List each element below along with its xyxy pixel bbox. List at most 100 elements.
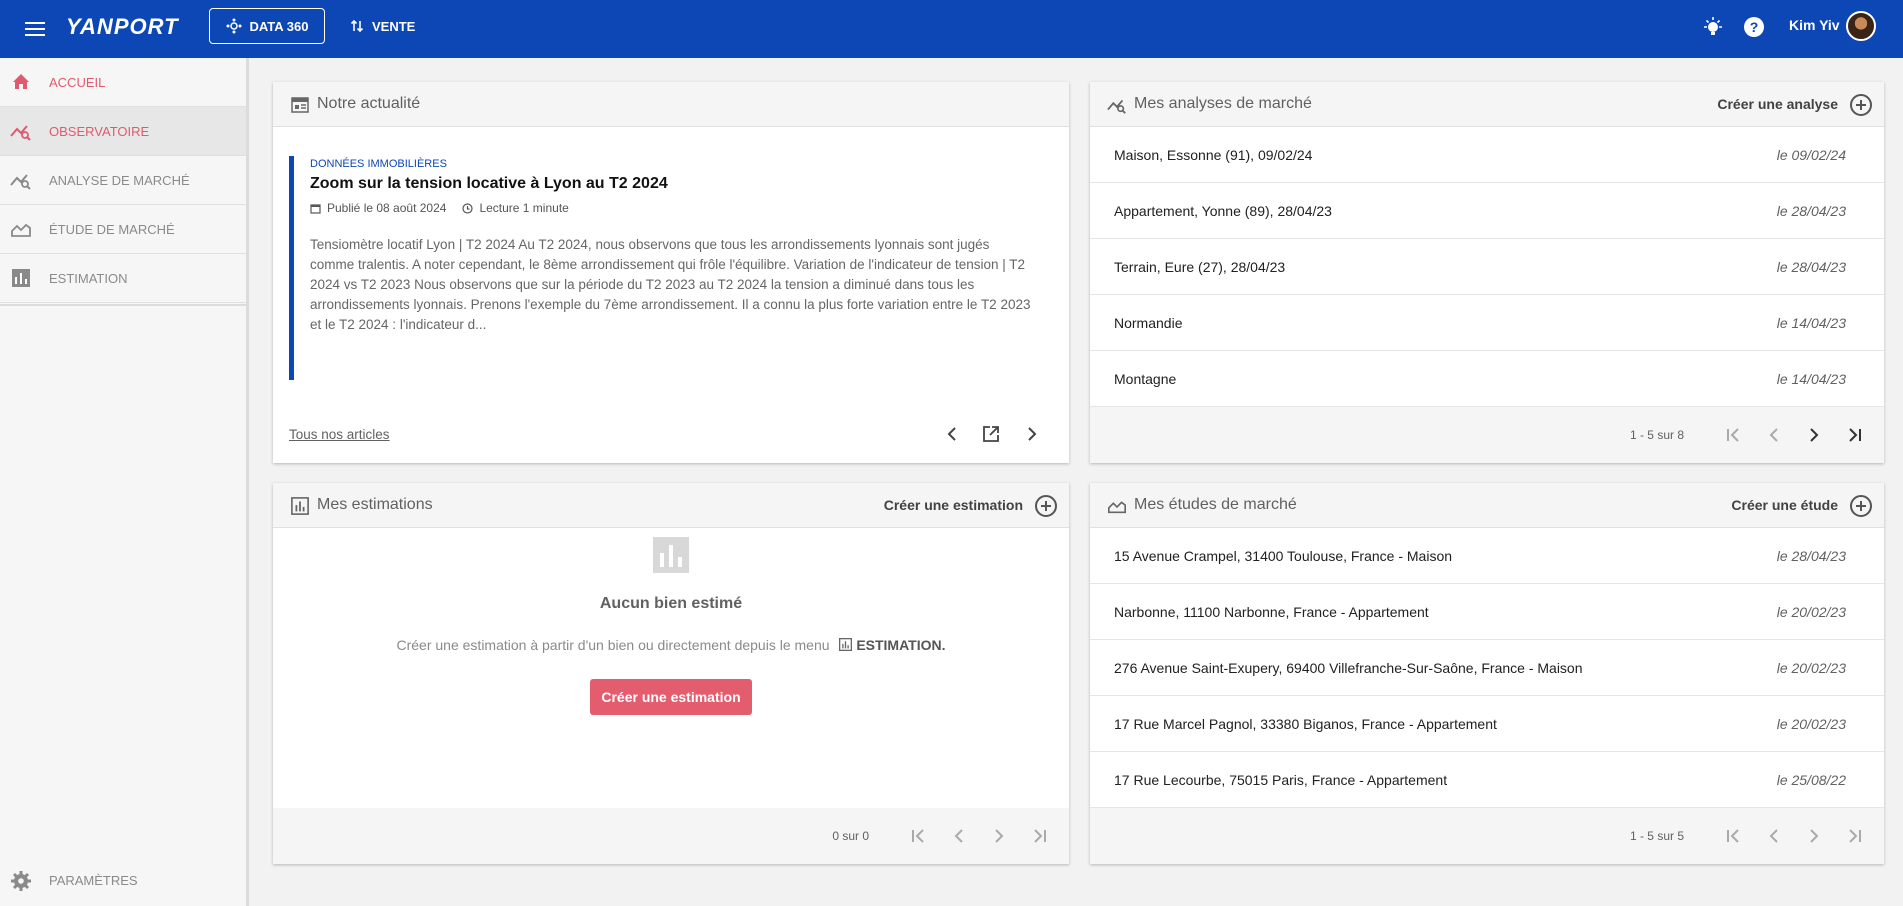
swap-vertical-icon — [350, 19, 364, 33]
sidebar-item-label: ACCUEIL — [49, 74, 106, 90]
chevron-left-icon[interactable] — [1764, 826, 1784, 846]
last-page-icon[interactable] — [1844, 826, 1864, 846]
chevron-right-icon[interactable] — [1022, 424, 1042, 444]
etudes-pagination: 1 - 5 sur 5 — [1090, 808, 1884, 864]
top-bar: YANPORT DATA 360 VENTE ? Kim Yiv — [0, 0, 1903, 58]
analysis-name: Montagne — [1114, 370, 1177, 387]
sidebar-item-label: ESTIMATION — [49, 270, 128, 286]
study-date: le 20/02/23 — [1776, 659, 1846, 676]
news-excerpt: Tensiomètre locatif Lyon | T2 2024 Au T2… — [310, 237, 1031, 332]
study-date: le 20/02/23 — [1776, 603, 1846, 620]
news-article-title[interactable]: Zoom sur la tension locative à Lyon au T… — [310, 175, 668, 193]
add-circle-icon[interactable] — [1850, 495, 1872, 517]
empty-state-message: Créer une estimation à partir d'un bien … — [396, 637, 830, 653]
list-item[interactable]: Maison, Essonne (91), 09/02/24 le 09/02/2… — [1090, 127, 1884, 183]
estimations-pagination: 0 sur 0 — [273, 808, 1069, 864]
home-icon — [10, 71, 32, 93]
etudes-card-header: Mes études de marché Créer une étude — [1090, 483, 1884, 528]
sidebar-item-estimation[interactable]: ESTIMATION — [0, 254, 246, 303]
first-page-icon[interactable] — [909, 826, 929, 846]
gear-icon — [10, 870, 32, 892]
create-study-button[interactable]: Créer une étude — [1731, 497, 1838, 513]
data360-label: DATA 360 — [249, 18, 309, 34]
first-page-icon[interactable] — [1724, 826, 1744, 846]
estimations-card: Mes estimations Créer une estimation Auc… — [273, 483, 1069, 864]
news-published: Publié le 08 août 2024 — [327, 201, 447, 215]
study-date: le 25/08/22 — [1776, 771, 1846, 788]
trend-search-icon — [1107, 95, 1127, 115]
area-chart-icon — [1107, 496, 1127, 516]
add-circle-icon[interactable] — [1850, 94, 1872, 116]
bar-chart-icon — [839, 638, 853, 651]
chevron-right-icon[interactable] — [989, 826, 1009, 846]
pagination-info: 1 - 5 sur 5 — [1629, 829, 1684, 843]
study-name: 17 Rue Lecourbe, 75015 Paris, France - A… — [1114, 771, 1448, 788]
menu-icon[interactable] — [22, 16, 48, 42]
all-articles-link[interactable]: Tous nos articles — [289, 427, 390, 442]
avatar[interactable] — [1846, 11, 1876, 41]
etudes-card: Mes études de marché Créer une étude 15 … — [1090, 483, 1884, 864]
first-page-icon[interactable] — [1724, 425, 1744, 445]
analysis-date: le 14/04/23 — [1776, 314, 1846, 331]
pagination-info: 1 - 5 sur 8 — [1629, 428, 1684, 442]
list-item[interactable]: Appartement, Yonne (89), 28/04/23 le 28/0… — [1090, 183, 1884, 239]
bar-chart-icon — [290, 496, 310, 516]
logo[interactable]: YANPORT — [66, 14, 179, 40]
news-meta: Publié le 08 août 2024 Lecture 1 minute — [310, 201, 569, 215]
add-circle-icon[interactable] — [1035, 495, 1057, 517]
etudes-card-title: Mes études de marché — [1134, 496, 1297, 513]
list-item[interactable]: Narbonne, 11100 Narbonne, France - Appar… — [1090, 584, 1884, 640]
sidebar-item-analyse[interactable]: ANALYSE DE MARCHÉ — [0, 156, 246, 205]
sidebar-item-accueil[interactable]: ACCUEIL — [0, 58, 246, 107]
vente-button[interactable]: VENTE — [350, 8, 415, 44]
list-item[interactable]: 276 Avenue Saint-Exupery, 69400 Villefra… — [1090, 640, 1884, 696]
create-estimation-button[interactable]: Créer une estimation — [590, 679, 752, 715]
chevron-left-icon[interactable] — [942, 424, 962, 444]
create-analysis-button[interactable]: Créer une analyse — [1717, 96, 1838, 112]
news-reading-time: Lecture 1 minute — [479, 201, 569, 215]
sidebar-item-etude[interactable]: ÉTUDE DE MARCHÉ — [0, 205, 246, 254]
sidebar-item-label: PARAMÈTRES — [49, 873, 138, 888]
create-estimation-header-button[interactable]: Créer une estimation — [884, 497, 1023, 513]
list-item[interactable]: Normandie le 14/04/23 — [1090, 295, 1884, 351]
study-date: le 28/04/23 — [1776, 547, 1846, 564]
sidebar: ACCUEIL OBSERVATOIRE ANALYSE DE MARCHÉ É… — [0, 58, 249, 906]
empty-state-title: Aucun bien estimé — [599, 595, 743, 612]
news-icon — [290, 95, 310, 115]
analysis-name: Terrain, Eure (27), 28/04/23 — [1114, 258, 1286, 275]
list-item[interactable]: Montagne le 14/04/23 — [1090, 351, 1884, 407]
open-external-icon[interactable] — [981, 424, 1001, 444]
data360-icon — [226, 18, 241, 34]
chevron-left-icon[interactable] — [1764, 425, 1784, 445]
list-item[interactable]: 17 Rue Marcel Pagnol, 33380 Biganos, Fra… — [1090, 696, 1884, 752]
analysis-date: le 14/04/23 — [1776, 370, 1846, 387]
data360-button[interactable]: DATA 360 — [209, 8, 325, 44]
list-item[interactable]: 17 Rue Lecourbe, 75015 Paris, France - A… — [1090, 752, 1884, 808]
chevron-right-icon[interactable] — [1804, 826, 1824, 846]
pagination-info: 0 sur 0 — [832, 829, 869, 843]
help-icon[interactable]: ? — [1741, 14, 1767, 40]
news-category: DONNÉES IMMOBILIÈRES — [310, 158, 447, 170]
last-page-icon[interactable] — [1029, 826, 1049, 846]
vente-label: VENTE — [372, 18, 416, 34]
list-item[interactable]: Terrain, Eure (27), 28/04/23 le 28/04/23 — [1090, 239, 1884, 295]
sidebar-item-observatoire[interactable]: OBSERVATOIRE — [0, 107, 246, 156]
user-name[interactable]: Kim Yiv — [1789, 17, 1840, 33]
chevron-left-icon[interactable] — [949, 826, 969, 846]
analysis-name: Maison, Essonne (91), 09/02/24 — [1114, 146, 1313, 163]
sidebar-divider — [0, 304, 246, 306]
clock-icon — [462, 202, 474, 214]
study-name: 15 Avenue Crampel, 31400 Toulouse, Franc… — [1114, 547, 1453, 564]
last-page-icon[interactable] — [1844, 425, 1864, 445]
study-name: Narbonne, 11100 Narbonne, France - Appar… — [1114, 603, 1429, 620]
news-accent-bar — [289, 156, 294, 380]
lightbulb-icon[interactable] — [1700, 14, 1726, 40]
sidebar-item-parametres[interactable]: PARAMÈTRES — [0, 856, 246, 905]
analysis-name: Normandie — [1114, 314, 1183, 331]
chevron-right-icon[interactable] — [1804, 425, 1824, 445]
news-card: Notre actualité DONNÉES IMMOBILIÈRES Zoo… — [273, 82, 1069, 463]
study-date: le 20/02/23 — [1776, 715, 1846, 732]
analysis-name: Appartement, Yonne (89), 28/04/23 — [1114, 202, 1332, 219]
list-item[interactable]: 15 Avenue Crampel, 31400 Toulouse, Franc… — [1090, 528, 1884, 584]
bar-chart-icon — [10, 267, 32, 289]
